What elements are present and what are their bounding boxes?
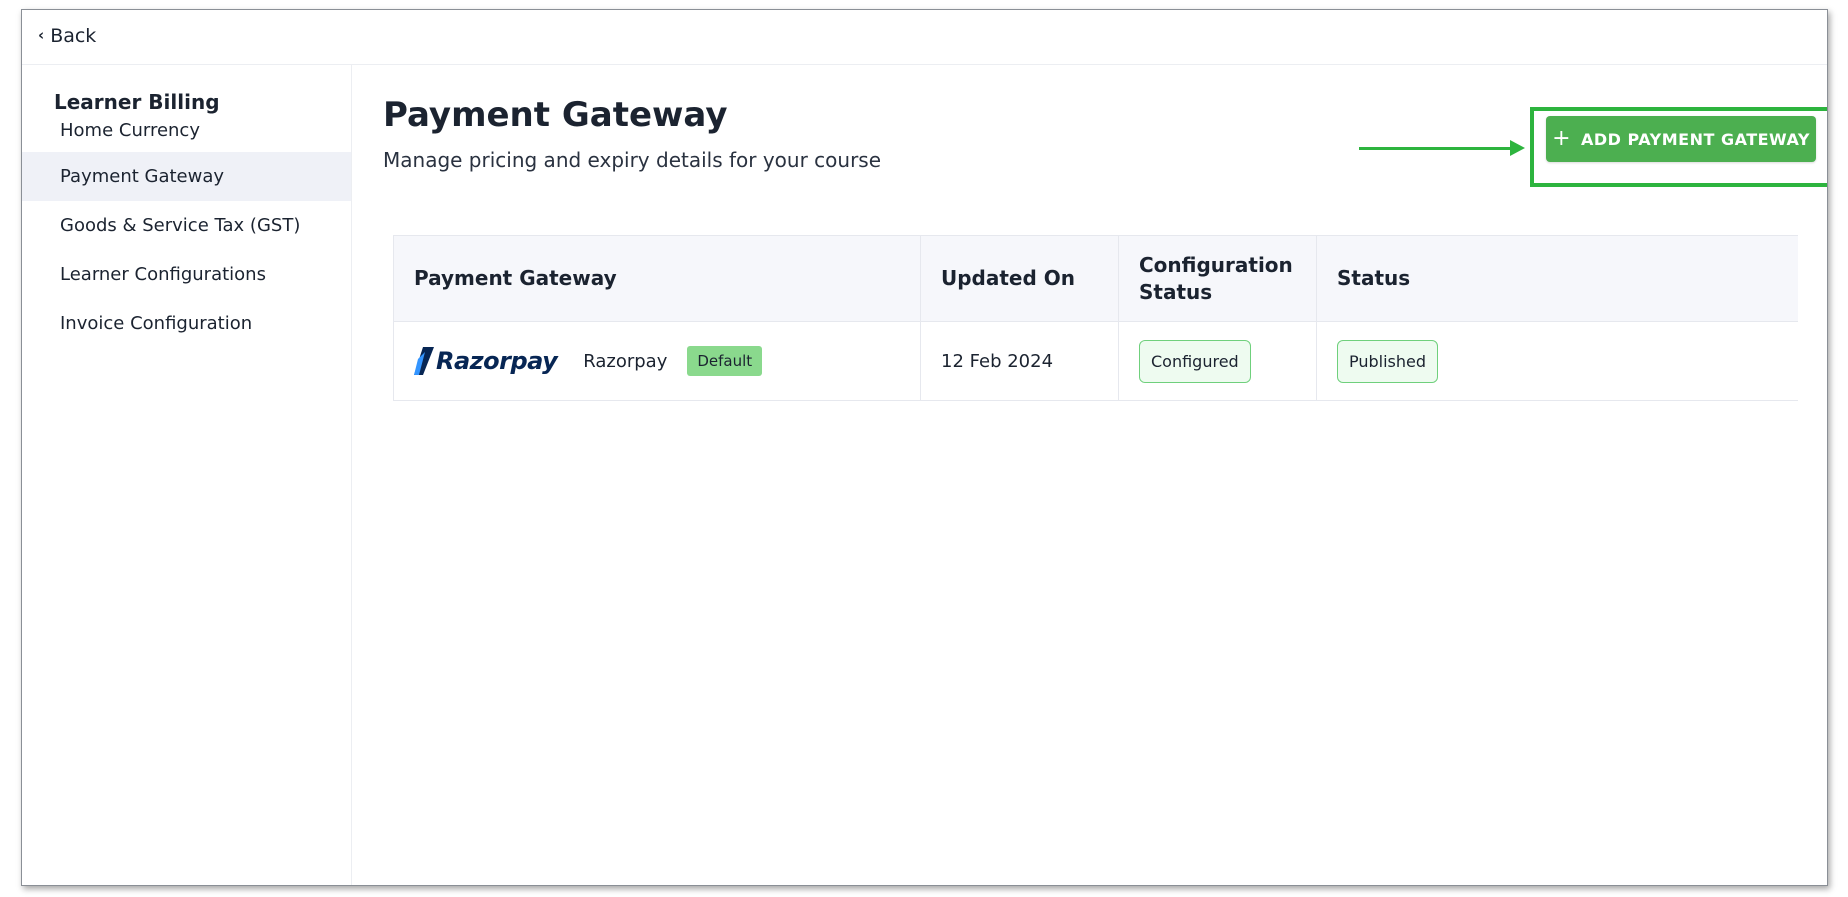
razorpay-logo-text: Razorpay xyxy=(436,347,558,375)
gateway-name: Razorpay xyxy=(583,350,668,372)
add-payment-gateway-button[interactable]: + ADD PAYMENT GATEWAY xyxy=(1546,116,1816,162)
table-header-row: Payment Gateway Updated On Configuration… xyxy=(393,235,1798,322)
sidebar-item-label: Payment Gateway xyxy=(60,166,225,187)
column-header-updated-on: Updated On xyxy=(920,235,1119,322)
table-row[interactable]: Razorpay Razorpay Default 12 Feb 2024 Co… xyxy=(393,321,1798,401)
back-label: Back xyxy=(50,25,97,47)
configuration-status-cell: Configured xyxy=(1118,321,1317,401)
arrow-head-icon xyxy=(1510,140,1525,156)
page-title: Payment Gateway xyxy=(383,95,728,135)
chevron-left-icon: ‹ xyxy=(38,26,45,44)
sidebar-item-label: Invoice Configuration xyxy=(60,313,253,334)
plus-icon: + xyxy=(1552,126,1571,151)
razorpay-logo: Razorpay xyxy=(414,347,558,375)
column-header-payment-gateway: Payment Gateway xyxy=(393,235,921,322)
razorpay-mark-icon xyxy=(414,347,434,375)
top-bar: ‹ Back xyxy=(22,10,1827,65)
back-link[interactable]: ‹ Back xyxy=(38,25,96,47)
sidebar-item-gst[interactable]: Goods & Service Tax (GST) xyxy=(22,201,351,250)
sidebar-item-learner-configurations[interactable]: Learner Configurations xyxy=(22,250,351,299)
sidebar: Learner Billing Home Currency Payment Ga… xyxy=(22,65,352,885)
arrow-right-icon xyxy=(1359,147,1515,150)
main-content: Payment Gateway Manage pricing and expir… xyxy=(352,65,1827,885)
status-cell: Published xyxy=(1316,321,1798,401)
column-header-status: Status xyxy=(1316,235,1798,322)
sidebar-item-payment-gateway[interactable]: Payment Gateway xyxy=(22,152,351,201)
page-subtitle: Manage pricing and expiry details for yo… xyxy=(383,148,882,172)
column-header-configuration-status: Configuration Status xyxy=(1118,235,1317,322)
sidebar-item-home-currency[interactable]: Home Currency xyxy=(22,106,351,155)
gateway-cell: Razorpay Razorpay Default xyxy=(393,321,921,401)
app-window: ‹ Back Learner Billing Home Currency Pay… xyxy=(21,9,1828,886)
configured-badge: Configured xyxy=(1139,339,1251,383)
payment-gateway-table: Payment Gateway Updated On Configuration… xyxy=(393,235,1798,401)
sidebar-item-invoice-configuration[interactable]: Invoice Configuration xyxy=(22,299,351,348)
published-badge: Published xyxy=(1337,339,1439,383)
sidebar-item-label: Learner Configurations xyxy=(60,264,266,285)
default-badge: Default xyxy=(687,346,763,376)
add-button-label: ADD PAYMENT GATEWAY xyxy=(1581,129,1810,149)
sidebar-item-label: Goods & Service Tax (GST) xyxy=(60,215,301,236)
sidebar-item-label: Home Currency xyxy=(60,120,200,141)
updated-on-cell: 12 Feb 2024 xyxy=(920,321,1119,401)
